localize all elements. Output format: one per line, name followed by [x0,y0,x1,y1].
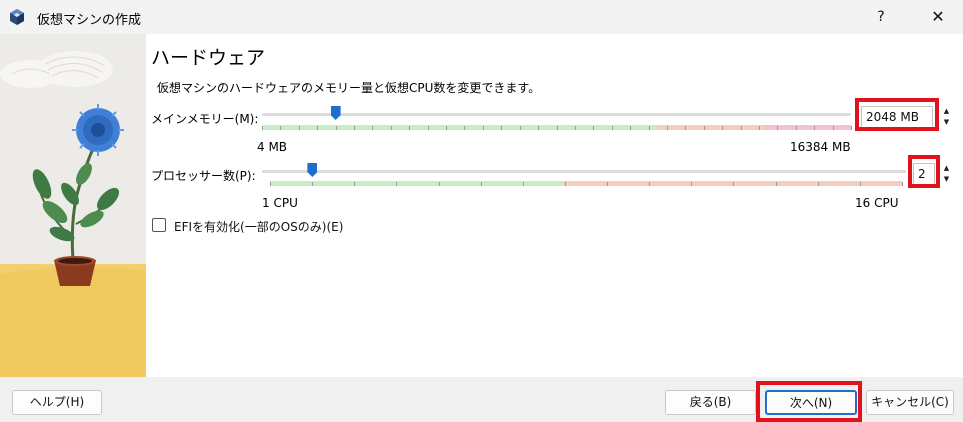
slider-tick [574,126,576,130]
cpu-max-label: 16 CPU [855,196,899,210]
slider-tick [335,126,337,130]
memory-value-input[interactable]: 2048 MB [861,106,933,128]
slider-tick [648,126,650,130]
slider-tick [832,126,834,130]
mem-zones-segment [762,125,851,130]
cpu-value-input[interactable]: 2 [913,163,935,185]
slider-tick [607,182,609,186]
slider-tick [722,126,724,130]
slider-tick [354,182,356,186]
slider-tick [775,182,777,186]
slider-tick [396,182,398,186]
slider-tick [777,126,779,130]
slider-tick [902,182,903,186]
cpu-min-label: 1 CPU [262,196,298,210]
slider-tick [564,182,566,186]
cpu-zones-segment [270,181,564,186]
page-description: 仮想マシンのハードウェアのメモリー量と仮想CPU数を変更できます。 [157,81,541,95]
slider-tick [691,182,693,186]
next-button[interactable]: 次へ(N) [765,390,857,415]
slider-tick [480,182,482,186]
slider-tick [817,182,819,186]
help-title-button[interactable]: ? [868,5,894,29]
page-title: ハードウェア [151,47,266,69]
triangle-up-icon[interactable]: ▲ [941,106,952,117]
mem-zones-segment [656,125,763,130]
cancel-button[interactable]: キャンセル(C) [866,390,954,415]
mem-zones-segment [262,125,657,130]
slider-tick [270,182,271,186]
close-button[interactable]: ✕ [925,5,951,29]
slider-tick [501,126,503,130]
cpu-label: プロセッサー数(P): [151,169,256,183]
memory-spinner[interactable]: ▲ ▼ [941,106,952,128]
slider-tick [649,182,651,186]
slider-tick [354,126,356,130]
slider-tick [427,126,429,130]
slider-tick [593,126,595,130]
slider-tick [317,126,319,130]
triangle-up-icon[interactable]: ▲ [941,163,952,174]
slider-tick [280,126,282,130]
slider-tick [372,126,374,130]
title-bar: 仮想マシンの作成 ? ✕ [0,0,963,34]
slider-tick [859,182,861,186]
cpu-slider-track[interactable] [262,170,906,173]
slider-tick [538,126,540,130]
virtualbox-cube-icon [10,9,24,25]
slider-tick [298,126,300,130]
slider-tick [703,126,705,130]
back-button[interactable]: 戻る(B) [665,390,756,415]
slider-tick [312,182,314,186]
memory-label: メインメモリー(M): [151,112,259,126]
wizard-illustration [0,34,146,377]
efi-checkbox[interactable] [152,218,166,232]
memory-max-label: 16384 MB [790,140,851,154]
triangle-down-icon[interactable]: ▼ [941,174,952,185]
slider-tick [522,182,524,186]
slider-tick [262,126,263,130]
window-title: 仮想マシンの作成 [37,13,142,28]
help-button[interactable]: ヘルプ(H) [12,390,102,415]
slider-tick [733,182,735,186]
slider-tick [630,126,632,130]
memory-min-label: 4 MB [257,140,288,154]
slider-tick [464,126,466,130]
slider-tick [795,126,797,130]
slider-tick [482,126,484,130]
efi-checkbox-label[interactable]: EFIを有効化(一部のOSのみ)(E) [174,218,343,235]
slider-tick [740,126,742,130]
slider-tick [438,182,440,186]
slider-tick [611,126,613,130]
slider-tick [519,126,521,130]
slider-tick [851,126,852,130]
slider-tick [409,126,411,130]
memory-slider-track[interactable] [262,113,851,116]
slider-tick [556,126,558,130]
triangle-down-icon[interactable]: ▼ [941,117,952,128]
cpu-spinner[interactable]: ▲ ▼ [941,163,952,185]
slider-tick [666,126,668,130]
slider-tick [758,126,760,130]
slider-tick [685,126,687,130]
slider-tick [814,126,816,130]
slider-tick [390,126,392,130]
slider-tick [446,126,448,130]
